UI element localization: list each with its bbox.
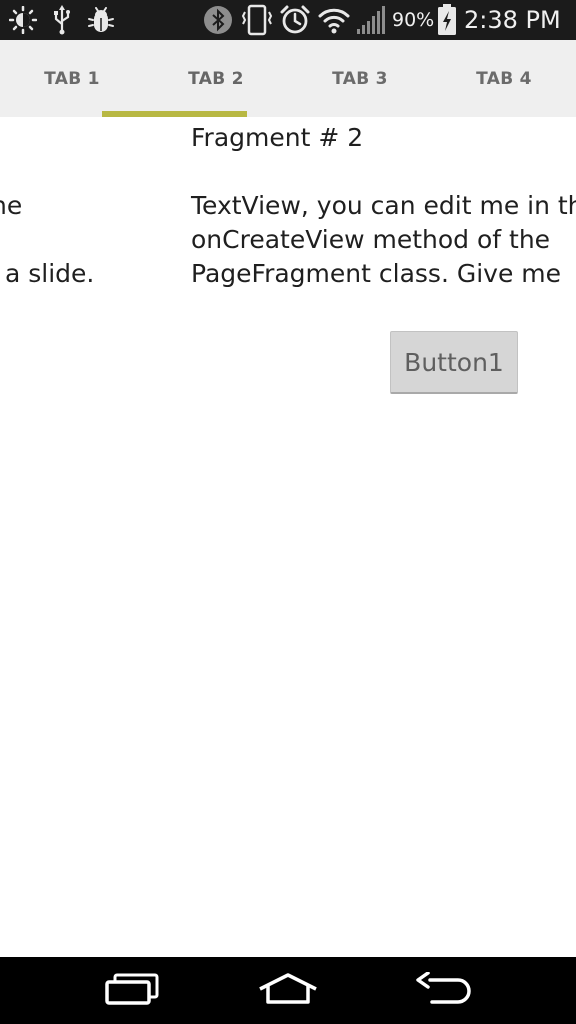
home-icon — [256, 972, 320, 1010]
fragment-text-line: onCreateView method of the — [191, 225, 551, 254]
tab-2[interactable]: TAB 2 — [144, 40, 288, 117]
screen: 90% 2:38 PM TAB 1 TAB 2 TAB 3 TAB 4 he a… — [0, 0, 576, 1024]
tab-1[interactable]: TAB 1 — [0, 40, 144, 117]
home-button[interactable] — [228, 957, 348, 1024]
back-icon — [414, 970, 474, 1010]
tab-bar: TAB 1 TAB 2 TAB 3 TAB 4 — [0, 40, 576, 117]
button1[interactable]: Button1 — [390, 331, 518, 394]
brightness-icon — [8, 4, 38, 36]
tab-3[interactable]: TAB 3 — [288, 40, 432, 117]
fragment-1-text-line: a slide. — [5, 259, 95, 288]
fragment-title: Fragment # 2 — [191, 123, 364, 152]
debug-icon — [86, 4, 116, 36]
recent-apps-icon — [104, 972, 160, 1010]
recent-apps-button[interactable] — [72, 957, 192, 1024]
signal-icon — [354, 4, 388, 36]
navigation-bar — [0, 957, 576, 1024]
back-button[interactable] — [384, 957, 504, 1024]
alarm-icon — [278, 4, 312, 36]
wifi-icon — [316, 4, 352, 36]
fragment-text-line: TextView, you can edit me in th — [191, 191, 576, 220]
clock: 2:38 PM — [464, 6, 561, 34]
fragment-text-line: PageFragment class. Give me — [191, 259, 562, 288]
tab-4[interactable]: TAB 4 — [432, 40, 576, 117]
fragment-1-text-line: he — [0, 191, 23, 220]
usb-icon — [50, 4, 74, 36]
bluetooth-icon — [202, 4, 234, 36]
tab-selected-indicator — [102, 111, 247, 117]
battery-percent: 90% — [392, 9, 435, 31]
vibrate-icon — [240, 4, 274, 36]
status-bar: 90% 2:38 PM — [0, 0, 576, 40]
battery-charging-icon — [436, 4, 458, 36]
